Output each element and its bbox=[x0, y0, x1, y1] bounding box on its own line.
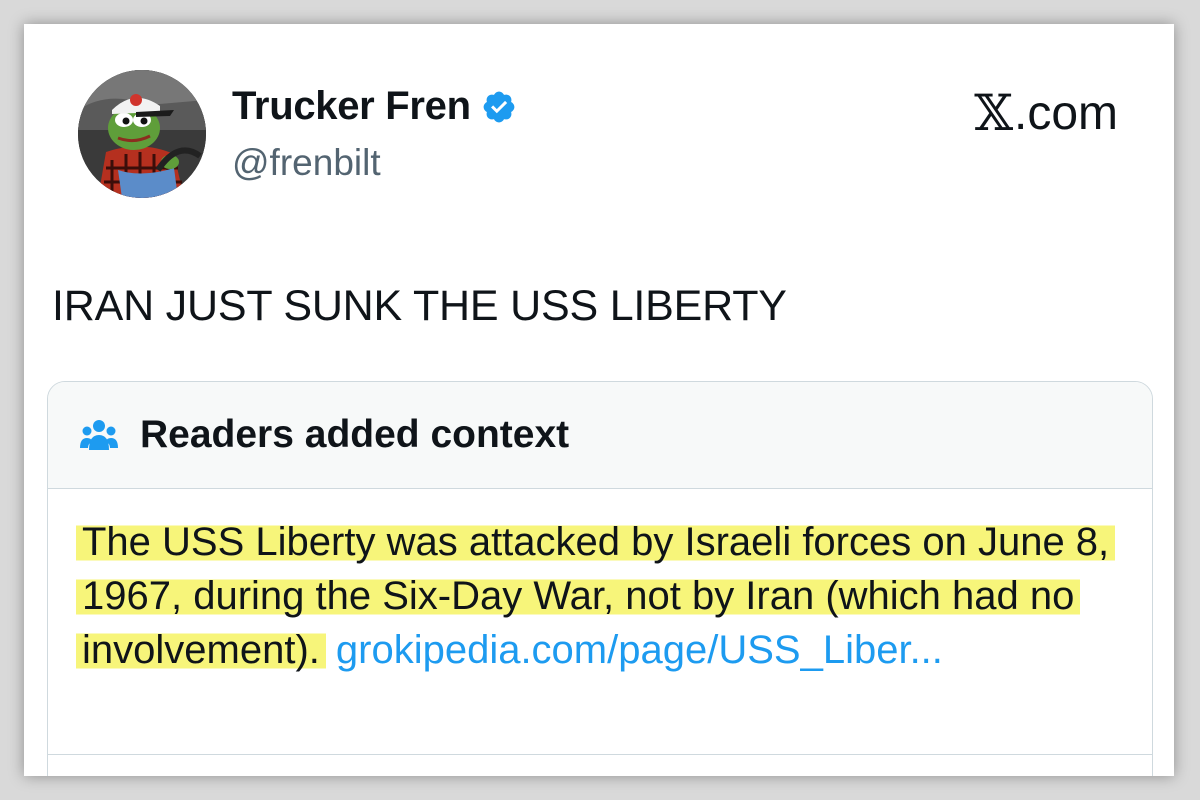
x-com-watermark: 𝕏 .com bbox=[974, 84, 1118, 142]
community-note-body: The USS Liberty was attacked by Israeli … bbox=[48, 489, 1122, 677]
pepe-frog-avatar-icon bbox=[78, 70, 206, 198]
post-text: IRAN JUST SUNK THE USS LIBERTY bbox=[52, 282, 787, 330]
verified-badge-icon bbox=[483, 91, 515, 122]
brand-domain-suffix: .com bbox=[1013, 86, 1118, 140]
avatar[interactable] bbox=[78, 70, 206, 198]
x-logo-icon: 𝕏 bbox=[974, 84, 1013, 142]
author-name-row: Trucker Fren bbox=[232, 84, 517, 129]
divider bbox=[48, 754, 1152, 755]
people-group-icon bbox=[80, 420, 118, 450]
community-note: Readers added context The USS Liberty wa… bbox=[47, 381, 1153, 776]
community-note-header: Readers added context bbox=[48, 382, 1152, 489]
community-note-source-link[interactable]: grokipedia.com/page/USS_Liber... bbox=[336, 628, 943, 672]
community-note-title: Readers added context bbox=[140, 413, 570, 456]
author-handle[interactable]: @frenbilt bbox=[232, 142, 381, 184]
post-card: Trucker Fren @frenbilt 𝕏 .com IRAN JUST S… bbox=[24, 24, 1174, 776]
author-display-name[interactable]: Trucker Fren bbox=[232, 84, 471, 129]
